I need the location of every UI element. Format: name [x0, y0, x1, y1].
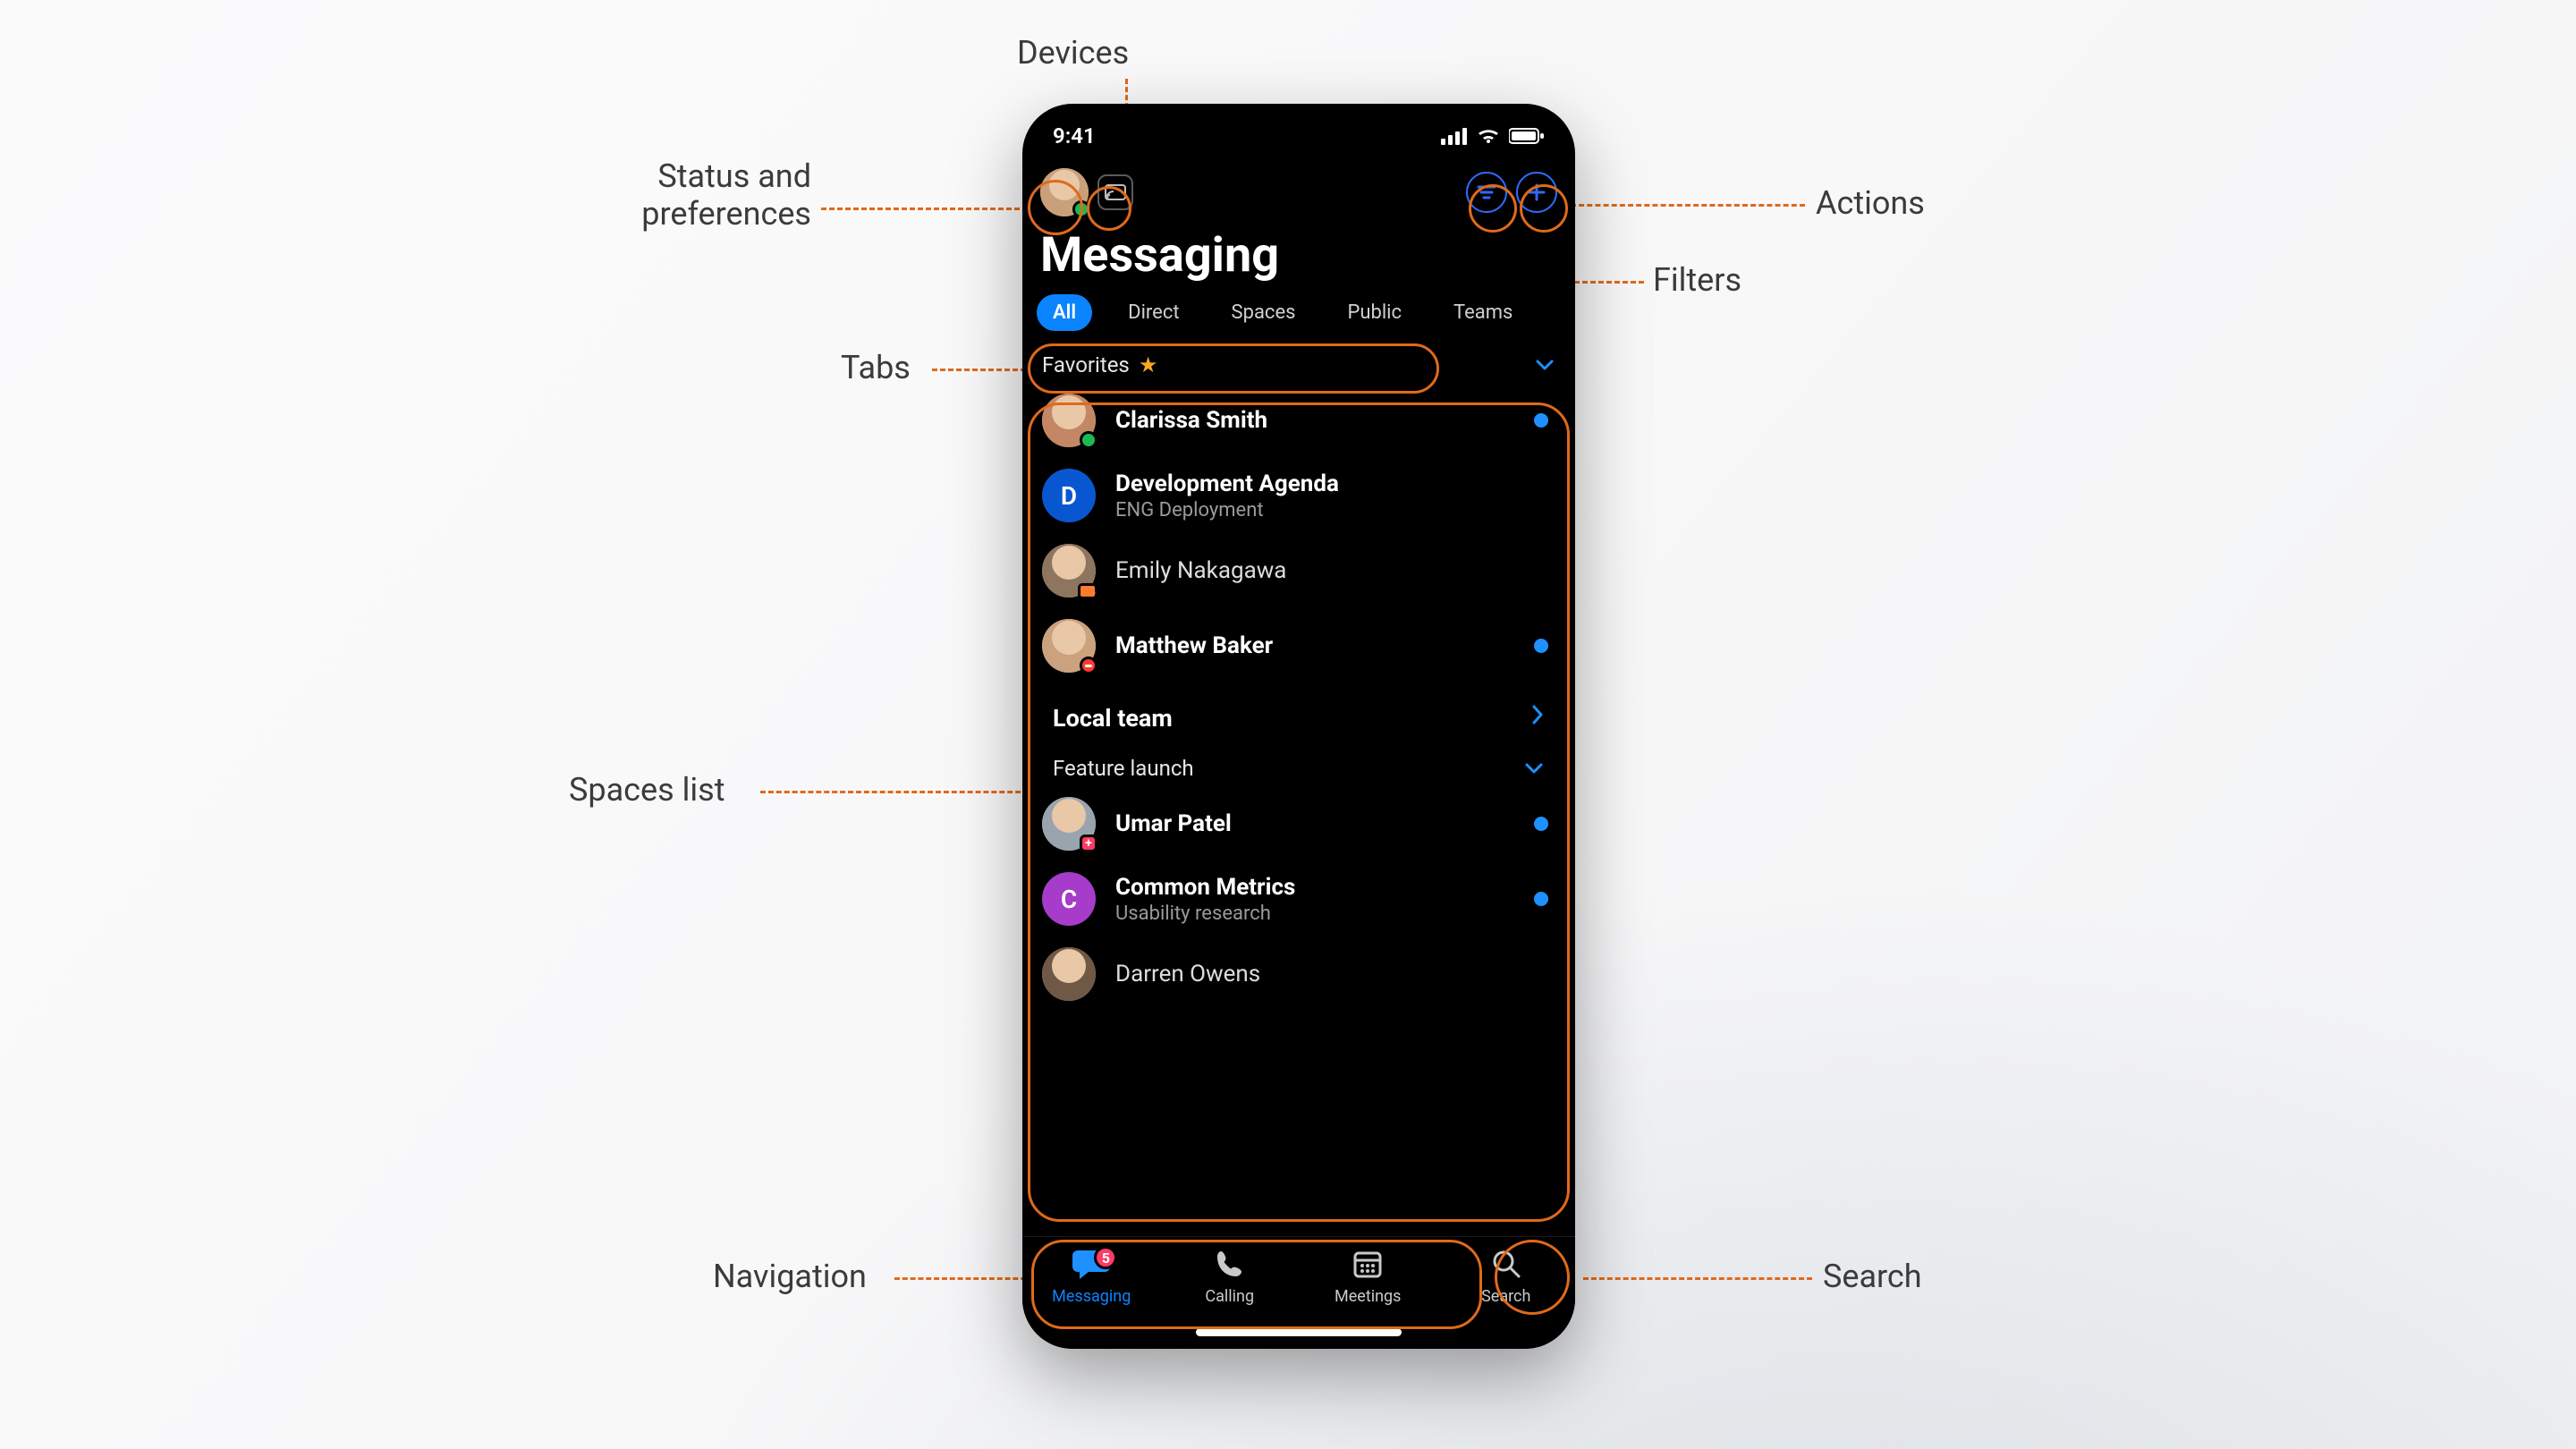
space-initial: D [1042, 469, 1096, 522]
chevron-right-icon [1530, 703, 1545, 733]
phone-frame: 9:41 Messaging All [1022, 104, 1575, 1349]
label-filters: Filters [1653, 261, 1741, 299]
list-item[interactable]: + Umar Patel [1033, 786, 1564, 861]
list-item[interactable]: Clarissa Smith [1033, 383, 1564, 458]
nav-label: Search [1481, 1287, 1530, 1306]
tab-bar: All Direct Spaces Public Teams [1022, 294, 1575, 343]
unread-dot [1534, 413, 1548, 428]
unread-dot [1534, 817, 1548, 831]
row-name: Development Agenda [1115, 470, 1555, 497]
filter-icon [1477, 184, 1496, 200]
chevron-down-icon [1523, 756, 1545, 781]
connector-status [821, 208, 1036, 210]
calendar-icon [1352, 1244, 1384, 1284]
list-item[interactable]: D Development AgendaENG Deployment [1033, 458, 1564, 533]
battery-icon [1509, 127, 1545, 145]
row-name: Emily Nakagawa [1115, 557, 1555, 584]
row-sub: ENG Deployment [1115, 499, 1555, 521]
presence-available-icon [1072, 200, 1090, 218]
presence-available-icon [1080, 431, 1097, 449]
connector-tabs [932, 369, 1026, 371]
connector-spaces [760, 791, 1029, 793]
row-name: Common Metrics [1115, 874, 1514, 901]
section-favorites[interactable]: Favorites ★ [1022, 343, 1575, 383]
label-status-prefs-1: Status and [561, 157, 811, 195]
space-initial: C [1042, 872, 1096, 926]
tab-public[interactable]: Public [1331, 294, 1418, 331]
page-title: Messaging [1022, 224, 1575, 294]
add-button[interactable] [1516, 172, 1557, 213]
star-icon: ★ [1139, 352, 1158, 377]
connector-actions [1571, 204, 1805, 207]
row-name: Umar Patel [1115, 810, 1514, 837]
list-item[interactable]: Matthew Baker [1033, 608, 1564, 683]
row-name: Matthew Baker [1115, 632, 1514, 659]
tab-spaces[interactable]: Spaces [1216, 294, 1312, 331]
status-time: 9:41 [1053, 123, 1096, 148]
status-icons [1441, 127, 1545, 145]
label-devices: Devices [1017, 34, 1129, 72]
devices-button[interactable] [1097, 174, 1133, 210]
phone-icon [1214, 1244, 1246, 1284]
spaces-list: Clarissa Smith D Development AgendaENG D… [1022, 383, 1575, 1012]
tab-direct[interactable]: Direct [1112, 294, 1195, 331]
presence-camera-icon [1078, 583, 1097, 599]
local-team-label: Local team [1053, 704, 1173, 733]
label-navigation: Navigation [713, 1258, 867, 1295]
connector-nav [894, 1277, 1034, 1280]
connector-search [1583, 1277, 1812, 1280]
search-icon [1490, 1244, 1522, 1284]
home-indicator [1196, 1328, 1402, 1336]
ios-status-bar: 9:41 [1022, 104, 1575, 154]
feature-launch-label: Feature launch [1053, 756, 1194, 781]
nav-badge: 5 [1094, 1246, 1117, 1269]
nav-messaging[interactable]: Messaging 5 [1022, 1244, 1161, 1349]
bottom-navigation: Messaging 5 Calling Meetings Search [1022, 1236, 1575, 1349]
presence-presenting-icon: + [1080, 835, 1097, 852]
section-local-team[interactable]: Local team [1033, 683, 1564, 752]
row-name: Darren Owens [1115, 961, 1555, 987]
favorites-label: Favorites [1042, 352, 1130, 377]
label-spaces: Spaces list [569, 771, 724, 809]
top-bar [1022, 154, 1575, 224]
label-actions: Actions [1816, 184, 1925, 222]
plus-icon [1527, 182, 1546, 202]
presence-dnd-icon [1080, 657, 1097, 674]
section-feature-launch[interactable]: Feature launch [1033, 752, 1564, 786]
label-search: Search [1823, 1258, 1922, 1295]
list-item[interactable]: Emily Nakagawa [1033, 533, 1564, 608]
wifi-icon [1477, 127, 1500, 145]
unread-dot [1534, 639, 1548, 653]
label-tabs: Tabs [841, 349, 911, 386]
tab-all[interactable]: All [1037, 294, 1092, 331]
nav-label: Messaging [1052, 1287, 1131, 1306]
nav-label: Meetings [1335, 1287, 1401, 1306]
cellular-icon [1441, 127, 1468, 145]
avatar-self[interactable] [1040, 168, 1089, 216]
list-item[interactable]: Darren Owens [1033, 936, 1564, 1012]
unread-dot [1534, 892, 1548, 906]
cast-icon [1105, 184, 1126, 200]
row-sub: Usability research [1115, 902, 1514, 925]
list-item[interactable]: C Common MetricsUsability research [1033, 861, 1564, 936]
chevron-down-icon [1534, 352, 1555, 377]
row-name: Clarissa Smith [1115, 407, 1514, 434]
label-status-prefs-2: preferences [561, 195, 811, 233]
tab-teams[interactable]: Teams [1437, 294, 1529, 331]
nav-label: Calling [1205, 1287, 1254, 1306]
nav-search[interactable]: Search [1437, 1244, 1576, 1349]
filter-button[interactable] [1466, 172, 1507, 213]
